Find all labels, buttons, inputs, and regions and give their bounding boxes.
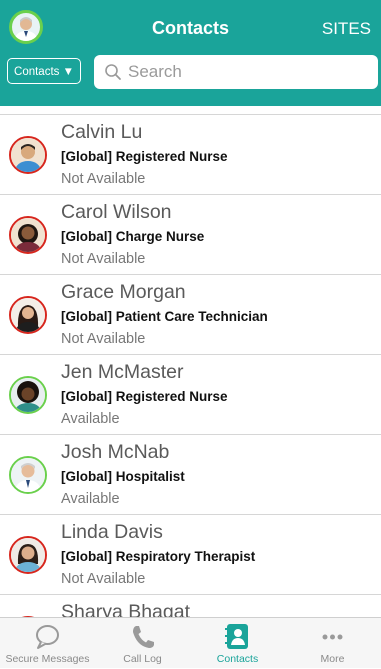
contact-list: Calvin Lu [Global] Registered Nurse Not … xyxy=(0,106,381,617)
contact-name: Calvin Lu xyxy=(61,121,143,143)
search-icon xyxy=(105,64,121,80)
contact-avatar xyxy=(9,216,47,254)
contact-avatar xyxy=(9,136,47,174)
top-bar: Contacts SITES Contacts ▼ xyxy=(0,0,381,106)
tab-label: More xyxy=(320,653,345,665)
contact-row[interactable]: Calvin Lu [Global] Registered Nurse Not … xyxy=(0,114,381,194)
search-input[interactable] xyxy=(128,59,358,85)
tab-contacts[interactable]: Contacts xyxy=(190,618,285,669)
sites-button[interactable]: SITES xyxy=(322,19,371,39)
search-bar xyxy=(94,55,378,89)
chat-bubble-icon xyxy=(36,625,59,649)
tab-label: Call Log xyxy=(123,653,162,665)
contact-role: [Global] Charge Nurse xyxy=(61,229,205,244)
contact-name: Josh McNab xyxy=(61,441,170,463)
tab-call-log[interactable]: Call Log xyxy=(95,618,190,669)
contact-row[interactable]: Sharya Bhagat xyxy=(0,594,381,617)
contact-name: Jen McMaster xyxy=(61,361,184,383)
contact-row[interactable]: Josh McNab [Global] Hospitalist Availabl… xyxy=(0,434,381,514)
tab-more[interactable]: More xyxy=(285,618,380,669)
contact-status: Available xyxy=(61,411,120,427)
contact-status: Available xyxy=(61,491,120,507)
phone-icon xyxy=(133,626,154,648)
contact-role: [Global] Hospitalist xyxy=(61,469,185,484)
address-book-icon xyxy=(225,624,248,649)
contact-status: Not Available xyxy=(61,251,146,267)
contact-status: Not Available xyxy=(61,331,146,347)
contact-status: Not Available xyxy=(61,571,146,587)
tab-secure-messages[interactable]: Secure Messages xyxy=(0,618,95,669)
contact-row[interactable]: Linda Davis [Global] Respiratory Therapi… xyxy=(0,514,381,594)
contact-row[interactable]: Jen McMaster [Global] Registered Nurse A… xyxy=(0,354,381,434)
contact-avatar xyxy=(9,456,47,494)
contact-role: [Global] Registered Nurse xyxy=(61,389,228,404)
contact-avatar xyxy=(9,376,47,414)
contact-avatar xyxy=(9,296,47,334)
contacts-filter-dropdown[interactable]: Contacts ▼ xyxy=(7,58,81,84)
tab-label: Contacts xyxy=(216,653,259,665)
contact-name: Carol Wilson xyxy=(61,201,172,223)
contact-name: Sharya Bhagat xyxy=(61,601,191,617)
contact-row[interactable]: Carol Wilson [Global] Charge Nurse Not A… xyxy=(0,194,381,274)
contact-role: [Global] Respiratory Therapist xyxy=(61,549,256,564)
contact-row[interactable]: Grace Morgan [Global] Patient Care Techn… xyxy=(0,274,381,354)
tab-bar: Secure Messages Call Log Contacts More xyxy=(0,617,381,668)
contact-name: Linda Davis xyxy=(61,521,163,543)
ellipsis-icon xyxy=(322,634,343,640)
contact-name: Grace Morgan xyxy=(61,281,186,303)
contact-role: [Global] Patient Care Technician xyxy=(61,309,268,324)
contact-status: Not Available xyxy=(61,171,146,187)
tab-label: Secure Messages xyxy=(5,653,90,665)
contact-role: [Global] Registered Nurse xyxy=(61,149,228,164)
contact-avatar xyxy=(9,536,47,574)
